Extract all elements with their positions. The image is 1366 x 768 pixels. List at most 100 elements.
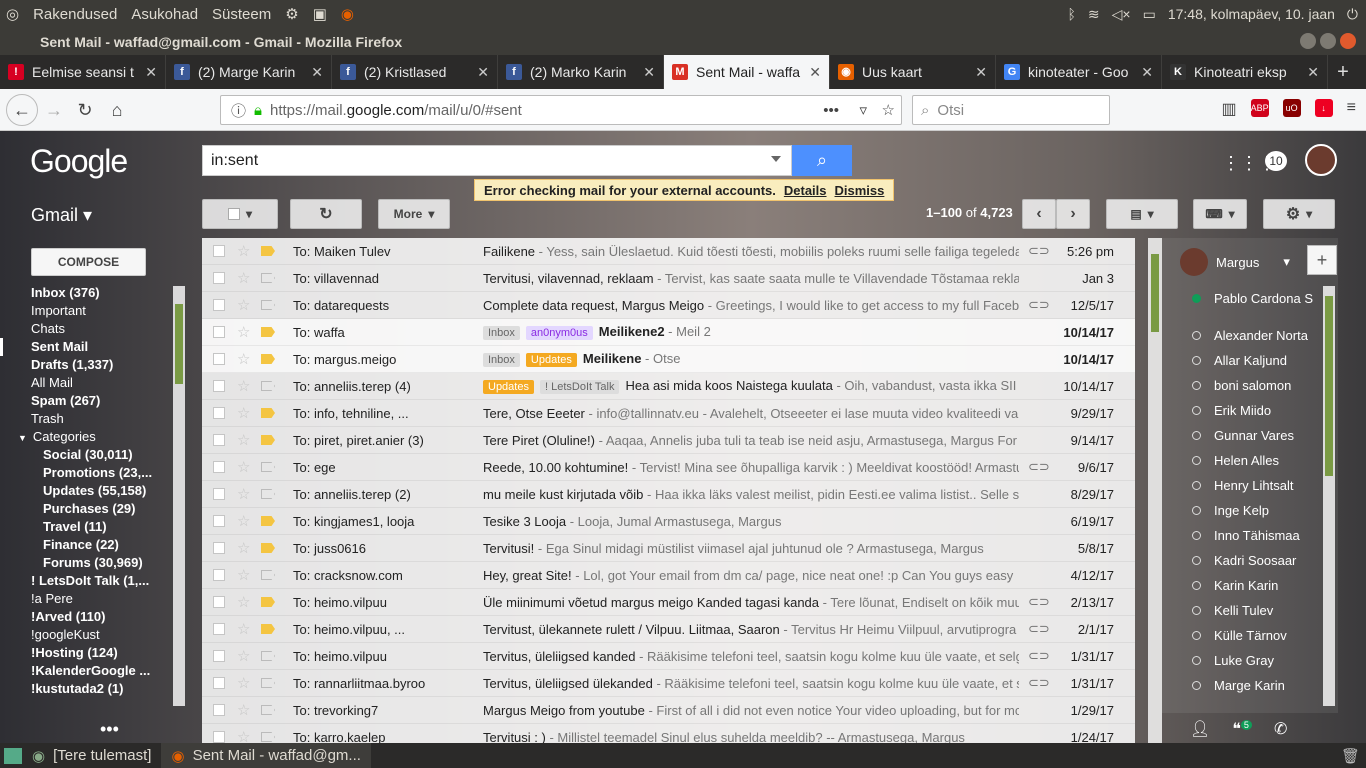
chat-contact[interactable]: Erik Miido xyxy=(1162,398,1338,423)
table-row[interactable]: ☆ To: karro.kaelep Tervitusi : ) - Millist… xyxy=(202,724,1135,743)
sidebar-item[interactable]: !Hosting (124) xyxy=(0,644,175,662)
search-options-chevron-icon[interactable] xyxy=(771,156,781,162)
star-icon[interactable]: ☆ xyxy=(237,296,253,314)
table-row[interactable]: ☆ To: Maiken Tulev Failikene - Yess, sain … xyxy=(202,238,1135,265)
star-icon[interactable]: ☆ xyxy=(237,566,253,584)
table-row[interactable]: ☆ To: villavennad Tervitusi, vilavennad, r… xyxy=(202,265,1135,292)
table-row[interactable]: ☆ To: ege Reede, 10.00 kohtumine! - Tervis… xyxy=(202,454,1135,481)
sidebar-item[interactable]: Sent Mail xyxy=(0,338,175,356)
sidebar-item[interactable]: Promotions (23,... xyxy=(0,464,175,482)
row-checkbox[interactable] xyxy=(213,326,225,338)
table-row[interactable]: ☆ To: piret, piret.anier (3) Tere Piret (O… xyxy=(202,427,1135,454)
newer-button[interactable]: ‹ xyxy=(1022,199,1056,229)
row-checkbox[interactable] xyxy=(213,596,225,608)
row-checkbox[interactable] xyxy=(213,380,225,392)
star-icon[interactable]: ☆ xyxy=(237,485,253,503)
chat-contact[interactable]: Luke Gray xyxy=(1162,648,1338,673)
table-row[interactable]: ☆ To: rannarliitmaa.byroo Tervitus, ülelii… xyxy=(202,670,1135,697)
message-label[interactable]: an0nym0us xyxy=(525,326,593,340)
importance-marker-icon[interactable] xyxy=(261,516,275,526)
star-icon[interactable]: ☆ xyxy=(237,647,253,665)
sidebar-item[interactable]: Forums (30,969) xyxy=(0,554,175,572)
message-label[interactable]: Updates xyxy=(525,353,577,367)
row-checkbox[interactable] xyxy=(213,434,225,446)
importance-marker-icon[interactable] xyxy=(261,570,275,580)
home-button[interactable]: ⌂ xyxy=(103,96,131,124)
importance-marker-icon[interactable] xyxy=(261,732,275,742)
chat-contact[interactable]: Henry Lihtsalt xyxy=(1162,473,1338,498)
close-window-button[interactable] xyxy=(1340,33,1356,49)
select-all-checkbox[interactable] xyxy=(227,208,240,220)
chat-contact[interactable]: Kelli Tulev xyxy=(1162,598,1338,623)
notifications-badge[interactable]: 10 xyxy=(1265,151,1287,171)
gmail-search-input[interactable]: in:sent xyxy=(202,145,792,176)
message-list-scrollbar[interactable] xyxy=(1148,238,1162,743)
pocket-icon[interactable]: ▿ xyxy=(859,101,867,119)
importance-marker-icon[interactable] xyxy=(261,705,275,715)
sidebar-item[interactable]: All Mail xyxy=(0,374,175,392)
select-checkbox-button[interactable]: ▾ xyxy=(202,199,278,229)
row-checkbox[interactable] xyxy=(213,488,225,500)
browser-tab[interactable]: ◉ Uus kaart ✕ xyxy=(830,55,996,89)
maximize-button[interactable] xyxy=(1320,33,1336,49)
browser-tab[interactable]: K Kinoteatri eksp ✕ xyxy=(1162,55,1328,89)
new-tab-button[interactable]: + xyxy=(1328,55,1358,89)
star-icon[interactable]: ☆ xyxy=(237,431,253,449)
close-tab-icon[interactable]: ✕ xyxy=(643,64,655,81)
phone-icon[interactable]: ✆ xyxy=(1274,719,1287,739)
taskbar-window[interactable]: ◉ Sent Mail - waffad@gm... xyxy=(161,743,371,768)
chat-contact[interactable]: Allar Kaljund xyxy=(1162,348,1338,373)
star-icon[interactable]: ☆ xyxy=(237,323,253,341)
importance-marker-icon[interactable] xyxy=(261,246,275,256)
importance-marker-icon[interactable] xyxy=(261,624,275,634)
row-checkbox[interactable] xyxy=(213,569,225,581)
menu-applications[interactable]: Rakendused xyxy=(33,6,117,23)
split-pane-button[interactable]: ▤ ▾ xyxy=(1106,199,1178,229)
download-ext-icon[interactable]: ↓ xyxy=(1314,99,1333,117)
sidebar-item[interactable]: Chats xyxy=(0,320,175,338)
sidebar-item[interactable]: Purchases (29) xyxy=(0,500,175,518)
message-label[interactable]: Inbox xyxy=(483,353,520,367)
sidebar-item[interactable]: Social (30,011) xyxy=(0,446,175,464)
battery-icon[interactable]: ▭ xyxy=(1143,6,1156,23)
hamburger-menu-icon[interactable]: ≡ xyxy=(1347,99,1356,119)
chat-contact[interactable]: Helen Alles xyxy=(1162,448,1338,473)
star-icon[interactable]: ☆ xyxy=(237,404,253,422)
importance-marker-icon[interactable] xyxy=(261,462,275,472)
browser-tab[interactable]: ! Eelmise seansi t ✕ xyxy=(0,55,166,89)
row-checkbox[interactable] xyxy=(213,461,225,473)
browser-tab[interactable]: f (2) Marge Karin ✕ xyxy=(166,55,332,89)
google-logo[interactable]: Google xyxy=(30,143,128,180)
ublock-icon[interactable]: uO xyxy=(1282,99,1301,117)
close-tab-icon[interactable]: ✕ xyxy=(809,64,821,81)
url-bar[interactable]: ⓘ 🔒︎ https://mail. google.com/mail/u/0/#s… xyxy=(220,95,902,125)
contacts-icon[interactable]: 👤︎ xyxy=(1190,719,1210,739)
browser-tab[interactable]: f (2) Kristlased ✕ xyxy=(332,55,498,89)
chat-contact[interactable]: Kadri Soosaar xyxy=(1162,548,1338,573)
importance-marker-icon[interactable] xyxy=(261,300,275,310)
volume-icon[interactable]: ◁× xyxy=(1112,6,1131,23)
table-row[interactable]: ☆ To: kingjames1, looja Tesike 3 Looja - L… xyxy=(202,508,1135,535)
browser-tab[interactable]: Gkinoteater - Goo ✕ xyxy=(996,55,1162,89)
firefox-launcher-icon[interactable]: ◉ xyxy=(341,5,354,23)
message-label[interactable]: Inbox xyxy=(483,326,520,340)
show-desktop-icon[interactable] xyxy=(4,747,22,764)
importance-marker-icon[interactable] xyxy=(261,489,275,499)
power-icon[interactable]: ⏻ xyxy=(1347,6,1358,23)
forward-button[interactable]: → xyxy=(40,96,68,124)
close-tab-icon[interactable]: ✕ xyxy=(1141,64,1153,81)
table-row[interactable]: ☆ To: heimo.vilpuu, ... Tervitust, ülekann… xyxy=(202,616,1135,643)
chat-contact[interactable]: Inge Kelp xyxy=(1162,498,1338,523)
scrollbar-thumb[interactable] xyxy=(1325,296,1333,476)
row-checkbox[interactable] xyxy=(213,731,225,743)
chat-contact[interactable]: Pablo Cardona S xyxy=(1162,286,1338,311)
chat-contact[interactable]: Külle Tärnov xyxy=(1162,623,1338,648)
message-label[interactable]: ! LetsDoIt Talk xyxy=(539,380,620,394)
star-icon[interactable]: ☆ xyxy=(237,377,253,395)
table-row[interactable]: ☆ To: anneliis.terep (4) Updates ! LetsDoIt… xyxy=(202,373,1135,400)
importance-marker-icon[interactable] xyxy=(261,381,275,391)
row-checkbox[interactable] xyxy=(213,623,225,635)
close-tab-icon[interactable]: ✕ xyxy=(311,64,323,81)
gmail-search-button[interactable]: ⌕ xyxy=(792,145,852,176)
table-row[interactable]: ☆ To: waffa Inbox an0nym0us Meilikene2 - Mei… xyxy=(202,319,1135,346)
